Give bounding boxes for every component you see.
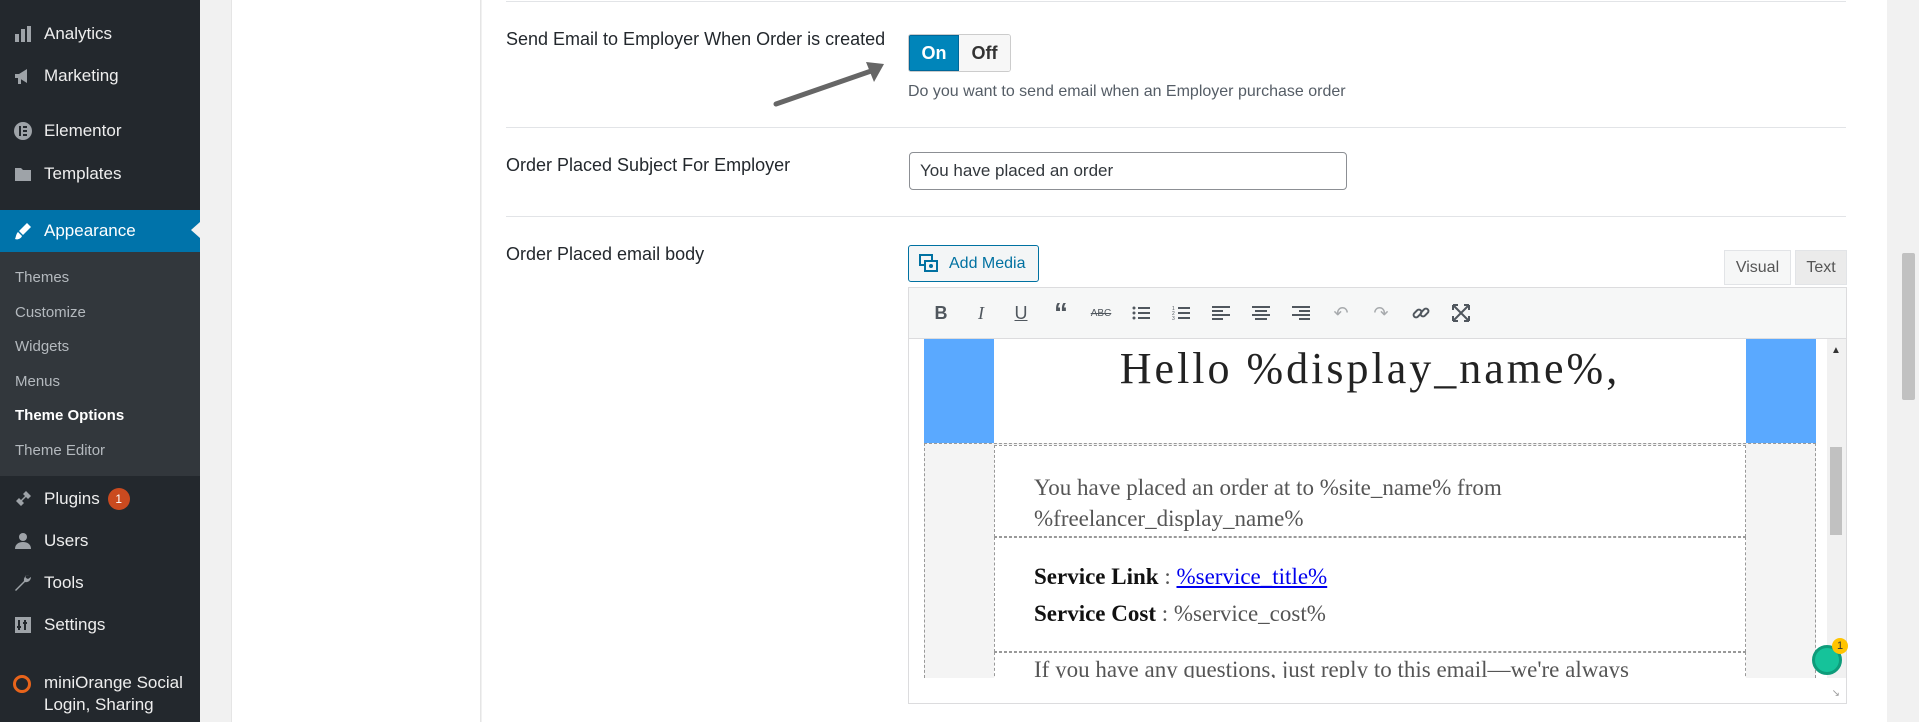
service-link[interactable]: %service_title%	[1176, 564, 1327, 589]
toggle-on-button[interactable]: On	[909, 35, 959, 71]
sidebar-item-label: Templates	[44, 164, 122, 183]
subject-input[interactable]	[909, 152, 1347, 190]
blockquote-icon[interactable]: “	[1041, 295, 1081, 331]
email-body-editor[interactable]: Hello %display_name%, You have placed an…	[908, 339, 1847, 704]
bold-icon[interactable]: B	[921, 295, 961, 331]
scroll-up-icon[interactable]: ▲	[1831, 345, 1841, 356]
appearance-submenu: Themes Customize Widgets Menus Theme Opt…	[0, 252, 200, 476]
italic-icon[interactable]: I	[961, 295, 1001, 331]
email-body-label: Order Placed email body	[506, 244, 705, 264]
bullet-list-icon[interactable]	[1121, 295, 1161, 331]
email-paragraph-line-2: %freelancer_display_name%	[1034, 506, 1304, 531]
underline-icon[interactable]: U	[1001, 295, 1041, 331]
annotation-arrow	[773, 62, 884, 107]
link-icon[interactable]	[1401, 295, 1441, 331]
service-cost-line: Service Cost : %service_cost%	[1034, 601, 1326, 626]
send-email-label: Send Email to Employer When Order is cre…	[506, 29, 886, 49]
sidebar-item-label: Users	[44, 531, 89, 550]
sidebar-item-appearance[interactable]: Appearance	[0, 210, 200, 252]
undo-icon[interactable]: ↶	[1321, 295, 1361, 331]
email-closing-text: If you have any questions, just reply to…	[1034, 657, 1629, 678]
row-divider	[506, 1, 1846, 2]
submenu-widgets[interactable]: Widgets	[15, 338, 69, 355]
sidebar-item-label: Marketing	[44, 66, 119, 85]
options-section-sidebar	[231, 0, 481, 722]
align-right-icon[interactable]	[1281, 295, 1321, 331]
sidebar-item-analytics[interactable]: Analytics	[0, 14, 200, 54]
sidebar-item-templates[interactable]: Templates	[0, 154, 200, 194]
editor-scroll-thumb[interactable]	[1830, 447, 1842, 535]
fullscreen-icon[interactable]	[1441, 295, 1481, 331]
add-media-label: Add Media	[949, 254, 1026, 272]
submenu-customize[interactable]: Customize	[15, 304, 86, 321]
page-scroll-thumb[interactable]	[1902, 253, 1915, 400]
email-service-block	[994, 537, 1746, 652]
sidebar-item-label: miniOrange Social Login, Sharing	[44, 673, 183, 714]
service-cost-value: %service_cost%	[1173, 601, 1326, 626]
resize-handle-icon[interactable]: ↘	[1832, 688, 1840, 699]
redo-icon[interactable]: ↷	[1361, 295, 1401, 331]
tab-visual[interactable]: Visual	[1724, 250, 1791, 285]
editor-toolbar: B I U “ ABC 123 ↶ ↷	[908, 287, 1847, 339]
miniorange-icon	[13, 675, 31, 693]
sidebar-item-tools[interactable]: Tools	[0, 563, 200, 603]
sidebar-item-label: Analytics	[44, 24, 113, 43]
email-paragraph-line-1: You have placed an order at to %site_nam…	[1034, 475, 1502, 500]
wrench-icon	[12, 572, 34, 594]
sidebar-item-label: Settings	[44, 615, 106, 634]
bar-chart-icon	[12, 23, 34, 45]
elementor-icon	[12, 120, 34, 142]
tab-text[interactable]: Text	[1795, 250, 1847, 285]
grammarly-count-badge: 1	[1832, 638, 1848, 654]
email-greeting: Hello %display_name%,	[994, 339, 1746, 443]
plug-icon	[12, 488, 34, 510]
sidebar-item-plugins[interactable]: Plugins 1	[0, 479, 200, 519]
toggle-off-button[interactable]: Off	[959, 35, 1010, 71]
sidebar-item-settings[interactable]: Settings	[0, 605, 200, 645]
add-media-button[interactable]: Add Media	[908, 245, 1039, 282]
align-center-icon[interactable]	[1241, 295, 1281, 331]
send-email-toggle[interactable]: On Off	[908, 34, 1011, 72]
plugins-update-badge: 1	[107, 488, 130, 510]
user-icon	[12, 530, 34, 552]
paintbrush-icon	[12, 220, 34, 242]
row-divider	[506, 127, 1846, 128]
sliders-icon	[12, 614, 34, 636]
submenu-theme-editor[interactable]: Theme Editor	[15, 442, 105, 459]
service-link-label: Service Link	[1034, 564, 1159, 589]
sidebar-item-label: Appearance	[44, 221, 136, 240]
sidebar-item-users[interactable]: Users	[0, 521, 200, 561]
editor-content-area[interactable]: Hello %display_name%, You have placed an…	[924, 339, 1816, 678]
admin-sidebar: Analytics Marketing Elementor Templates …	[0, 0, 200, 722]
row-divider	[506, 216, 1846, 217]
service-cost-label: Service Cost	[1034, 601, 1156, 626]
folder-icon	[12, 163, 34, 185]
subject-label: Order Placed Subject For Employer	[506, 155, 791, 175]
sidebar-item-label: Tools	[44, 573, 84, 592]
sidebar-item-label: Elementor	[44, 121, 122, 140]
svg-text:3: 3	[1172, 316, 1175, 321]
editor-scrollbar[interactable]: ▲	[1827, 339, 1846, 678]
align-left-icon[interactable]	[1201, 295, 1241, 331]
service-link-line: Service Link : %service_title%	[1034, 564, 1328, 589]
send-email-description: Do you want to send email when an Employ…	[908, 83, 1346, 100]
strikethrough-icon[interactable]: ABC	[1081, 295, 1121, 331]
submenu-menus[interactable]: Menus	[15, 373, 60, 390]
numbered-list-icon[interactable]: 123	[1161, 295, 1201, 331]
submenu-themes[interactable]: Themes	[15, 269, 69, 286]
megaphone-icon	[12, 65, 34, 87]
sidebar-item-elementor[interactable]: Elementor	[0, 111, 200, 151]
media-icon	[919, 253, 941, 274]
submenu-theme-options[interactable]: Theme Options	[15, 407, 124, 424]
sidebar-item-label: Plugins	[44, 489, 100, 508]
sidebar-item-marketing[interactable]: Marketing	[0, 56, 200, 96]
